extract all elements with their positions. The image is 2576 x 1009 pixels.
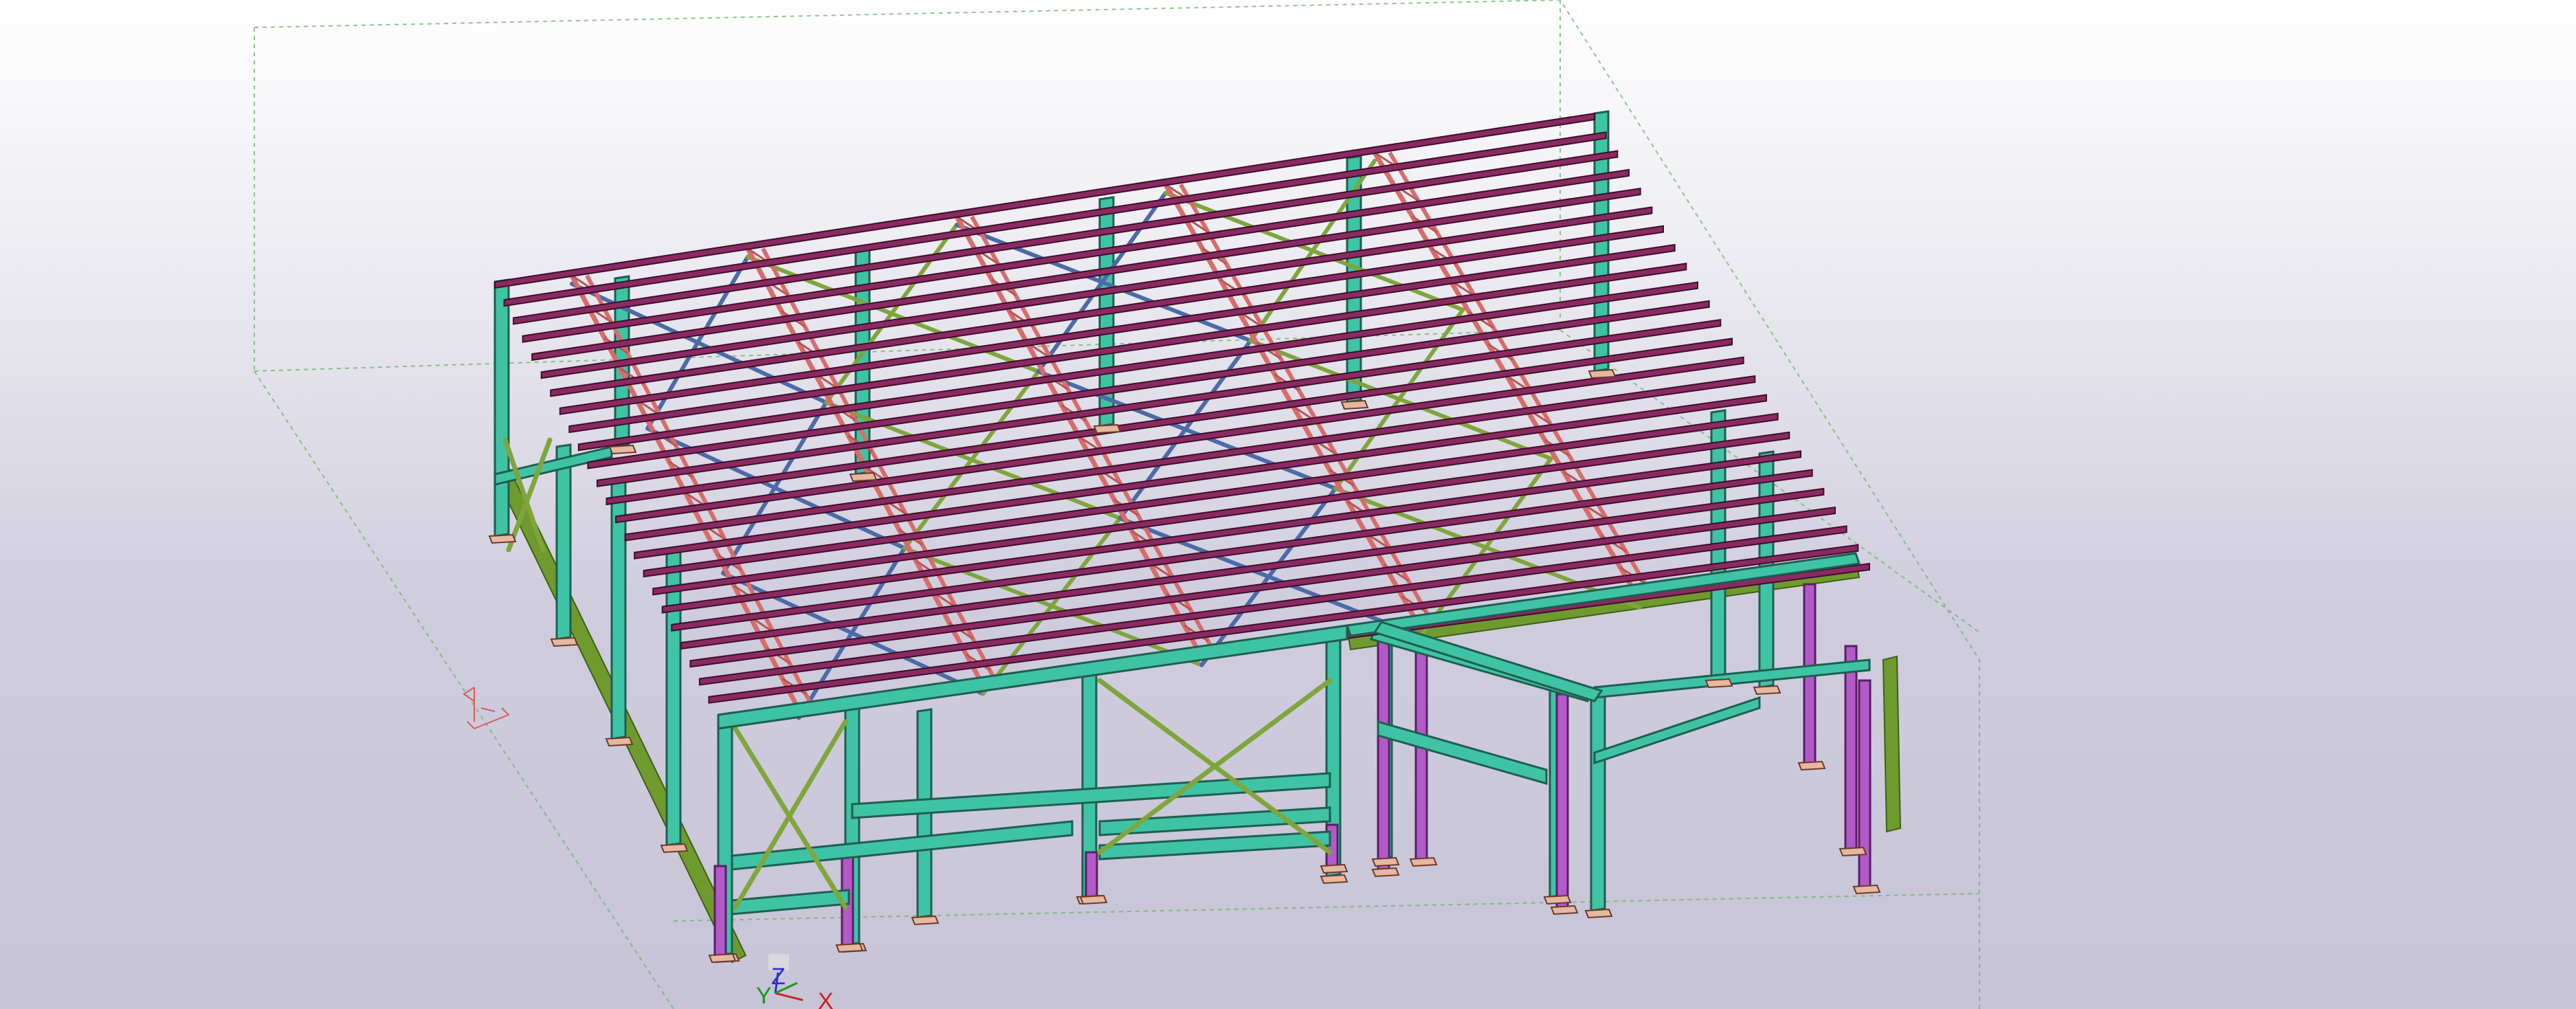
base-plate[interactable] bbox=[835, 942, 864, 953]
post[interactable] bbox=[713, 865, 727, 957]
base-plate[interactable] bbox=[1079, 894, 1108, 905]
base-plate[interactable] bbox=[1320, 874, 1348, 885]
post[interactable] bbox=[1858, 679, 1872, 888]
base-plate[interactable] bbox=[1584, 908, 1613, 919]
coordinate-system-icon[interactable] bbox=[463, 687, 510, 730]
post[interactable] bbox=[1085, 851, 1098, 898]
base-plate[interactable] bbox=[1371, 867, 1400, 878]
column[interactable] bbox=[1590, 691, 1606, 912]
base-plate[interactable] bbox=[1409, 856, 1438, 867]
base-plate[interactable] bbox=[1093, 423, 1122, 434]
base-plate[interactable] bbox=[1797, 760, 1826, 771]
steel-structure-model[interactable]: Z Y X bbox=[0, 0, 2576, 1009]
base-plate[interactable] bbox=[608, 444, 637, 455]
base-plate[interactable] bbox=[1852, 884, 1881, 895]
base-plate[interactable] bbox=[911, 915, 940, 926]
base-plate[interactable] bbox=[550, 636, 579, 647]
base-plate[interactable] bbox=[1550, 905, 1579, 916]
base-plate[interactable] bbox=[1371, 856, 1400, 867]
base-plate[interactable] bbox=[1753, 685, 1781, 696]
post[interactable] bbox=[1377, 638, 1390, 871]
base-plate[interactable] bbox=[1543, 894, 1572, 905]
axis-z-label: Z bbox=[771, 964, 786, 990]
view-axis-icon[interactable]: Z Y X bbox=[756, 954, 834, 1009]
base-plate[interactable] bbox=[1340, 399, 1369, 410]
purlin[interactable] bbox=[698, 525, 1847, 686]
base-plate[interactable] bbox=[1839, 846, 1867, 857]
base-plate[interactable] bbox=[488, 533, 517, 544]
base-plate[interactable] bbox=[1705, 678, 1733, 689]
purlins[interactable] bbox=[494, 112, 1870, 722]
3d-model-viewport[interactable]: Z Y X bbox=[0, 0, 2576, 1009]
base-plate[interactable] bbox=[605, 736, 634, 747]
base-plate[interactable] bbox=[849, 472, 878, 483]
base-plate[interactable] bbox=[660, 843, 689, 854]
edge-beams[interactable] bbox=[493, 466, 1902, 964]
axis-x-label: X bbox=[818, 988, 834, 1009]
column[interactable] bbox=[493, 278, 510, 537]
column[interactable] bbox=[555, 443, 572, 641]
post[interactable] bbox=[1555, 693, 1569, 909]
base-plate[interactable] bbox=[1320, 863, 1348, 874]
post[interactable] bbox=[1844, 645, 1858, 850]
base-plate[interactable] bbox=[708, 953, 737, 964]
axis-y-label: Y bbox=[756, 983, 772, 1009]
base-plate[interactable] bbox=[1588, 368, 1617, 379]
